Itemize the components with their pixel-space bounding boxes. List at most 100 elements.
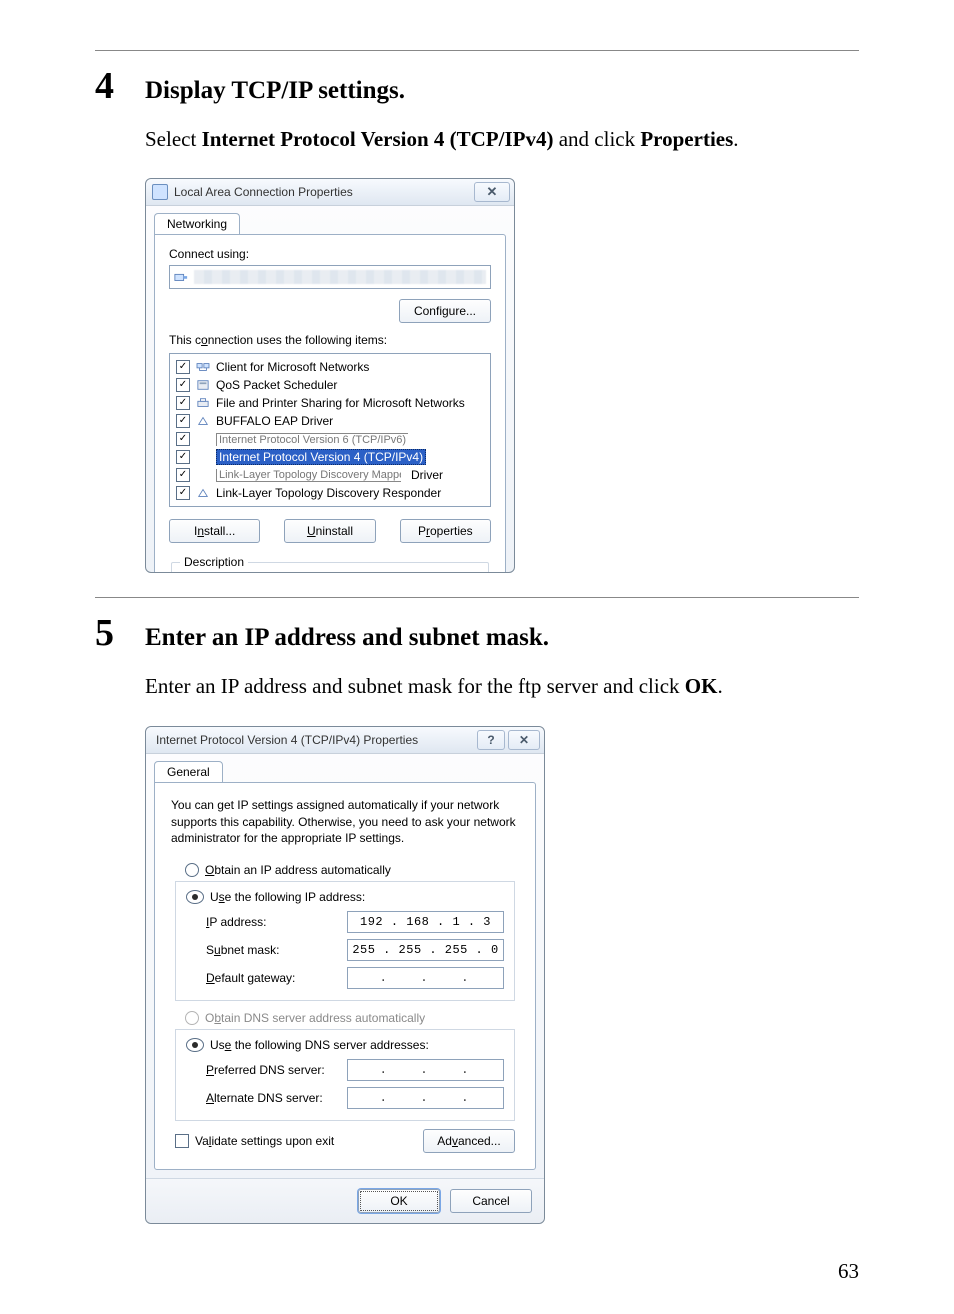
button-label: Cancel [472,1194,509,1208]
checkbox-icon[interactable]: ✓ [176,396,190,410]
use-dns-group: Use the following DNS server addresses: … [175,1029,515,1121]
connect-using-label: Connect using: [169,247,491,261]
ip-value: 255 . 255 . 255 . 0 [352,943,498,957]
adapter-box[interactable] [169,265,491,289]
items-label: This connection uses the following items… [169,333,491,347]
protocol-icon [196,433,210,445]
field-label: Preferred DNS server: [186,1063,325,1077]
radio-label: Use the following IP address: [210,890,365,904]
item-label-selected: Internet Protocol Version 4 (TCP/IPv4) [216,449,426,465]
ok-button[interactable]: OK [358,1189,440,1213]
driver-icon [196,415,210,427]
tab-content: Connect using: Configure... This connect… [154,234,506,573]
text: and click [553,127,640,151]
radio-label: Obtain DNS server address automatically [205,1011,425,1025]
step-title: Display TCP/IP settings. [145,77,405,105]
radio-use-dns[interactable]: Use the following DNS server addresses: [186,1036,504,1054]
list-item[interactable]: ✓ BUFFALO EAP Driver [176,412,484,430]
list-item-selected[interactable]: ✓ Internet Protocol Version 4 (TCP/IPv4) [176,448,484,466]
properties-button[interactable]: Properties [400,519,491,543]
tabstrip: Networking [146,206,514,234]
button-label: Uninstall [307,524,353,538]
button-label: Properties [418,524,473,538]
button-label: Install... [194,524,235,538]
checkbox-icon[interactable]: ✓ [176,450,190,464]
radio-obtain-ip[interactable]: Obtain an IP address automatically [171,861,519,879]
network-adapter-icon [174,270,188,284]
radio-icon [186,1038,204,1052]
gateway-input[interactable]: . . . [347,967,504,989]
item-label: Link-Layer Topology Discovery Responder [216,486,441,500]
radio-label: Obtain an IP address automatically [205,863,391,877]
radio-icon [185,1011,199,1025]
qos-icon [196,379,210,391]
checkbox-icon[interactable]: ✓ [176,378,190,392]
close-button[interactable]: ✕ [474,182,510,202]
checkbox-icon[interactable]: ✓ [176,468,190,482]
step-4-header: 4 Display TCP/IP settings. [95,65,859,105]
step-5-header: 5 Enter an IP address and subnet mask. [95,612,859,652]
list-item[interactable]: ✓ QoS Packet Scheduler [176,376,484,394]
close-button[interactable]: ✕ [508,730,540,750]
uninstall-button[interactable]: Uninstall [284,519,375,543]
radio-use-ip[interactable]: Use the following IP address: [186,888,504,906]
help-button[interactable]: ? [477,730,505,750]
item-label-dim: Link-Layer Topology Discovery Mapper I/O [216,469,401,482]
checkbox-label: Validate settings upon exit [195,1134,334,1148]
field-label: Subnet mask: [186,943,279,957]
configure-button[interactable]: Configure... [399,299,491,323]
list-item[interactable]: ✓ Link-Layer Topology Discovery Responde… [176,484,484,502]
item-label-dim: Internet Protocol Version 6 (TCP/IPv6) [216,433,408,446]
item-label-trail: Driver [411,468,443,482]
checkbox-icon[interactable]: ✓ [176,432,190,446]
pref-dns-input[interactable]: . . . [347,1059,504,1081]
ip-address-row: IP address: 192 . 168 . 1 . 3 [186,910,504,934]
button-label: Configure... [414,304,476,318]
radio-label: Use the following DNS server addresses: [210,1038,429,1052]
checkbox-icon[interactable]: ✓ [176,414,190,428]
text: Select [145,127,202,151]
connection-items-list[interactable]: ✓ Client for Microsoft Networks ✓ QoS Pa… [169,353,491,507]
window-title: Local Area Connection Properties [174,185,353,199]
checkbox-icon[interactable]: ✓ [176,486,190,500]
list-item[interactable]: ✓ Client for Microsoft Networks [176,358,484,376]
checkbox-icon[interactable]: ✓ [176,360,190,374]
adapter-name-blurred [194,270,486,284]
window-icon [152,184,168,200]
protocol-icon [196,451,210,463]
text: . [733,127,738,151]
step-4-body: Select Internet Protocol Version 4 (TCP/… [145,125,785,154]
step-number: 4 [95,67,145,105]
field-label: IP address: [186,915,267,929]
general-description: You can get IP settings assigned automat… [171,797,519,847]
window-title: Internet Protocol Version 4 (TCP/IPv4) P… [156,733,418,747]
alt-dns-input[interactable]: . . . [347,1087,504,1109]
list-item[interactable]: ✓ Internet Protocol Version 6 (TCP/IPv6) [176,430,484,448]
document-page: 4 Display TCP/IP settings. Select Intern… [0,0,954,1314]
cancel-button[interactable]: Cancel [450,1189,532,1213]
install-button[interactable]: Install... [169,519,260,543]
description-group: Description Transmission Control Protoco… [171,555,489,573]
dialog-button-bar: OK Cancel [146,1178,544,1223]
tabstrip: General [146,754,544,782]
local-area-connection-properties-dialog: Local Area Connection Properties ✕ Netwo… [145,178,515,573]
button-label: Advanced... [437,1134,500,1148]
tab-general[interactable]: General [154,761,223,782]
tab-label: Networking [167,217,227,231]
titlebar[interactable]: Internet Protocol Version 4 (TCP/IPv4) P… [146,727,544,754]
step-5-body: Enter an IP address and subnet mask for … [145,672,785,701]
list-item[interactable]: ✓ File and Printer Sharing for Microsoft… [176,394,484,412]
field-label: Alternate DNS server: [186,1091,323,1105]
help-icon: ? [487,733,494,747]
advanced-button[interactable]: Advanced... [423,1129,515,1153]
titlebar[interactable]: Local Area Connection Properties ✕ [146,179,514,206]
ip-address-input[interactable]: 192 . 168 . 1 . 3 [347,911,504,933]
radio-icon [186,890,204,904]
validate-checkbox[interactable]: Validate settings upon exit [175,1134,334,1148]
subnet-input[interactable]: 255 . 255 . 255 . 0 [347,939,504,961]
tab-networking[interactable]: Networking [154,213,240,234]
ip-dots: . . . [380,1063,472,1077]
list-item[interactable]: ✓ Link-Layer Topology Discovery Mapper I… [176,466,484,484]
text-bold: OK [685,674,718,698]
tab-label: General [167,765,210,779]
